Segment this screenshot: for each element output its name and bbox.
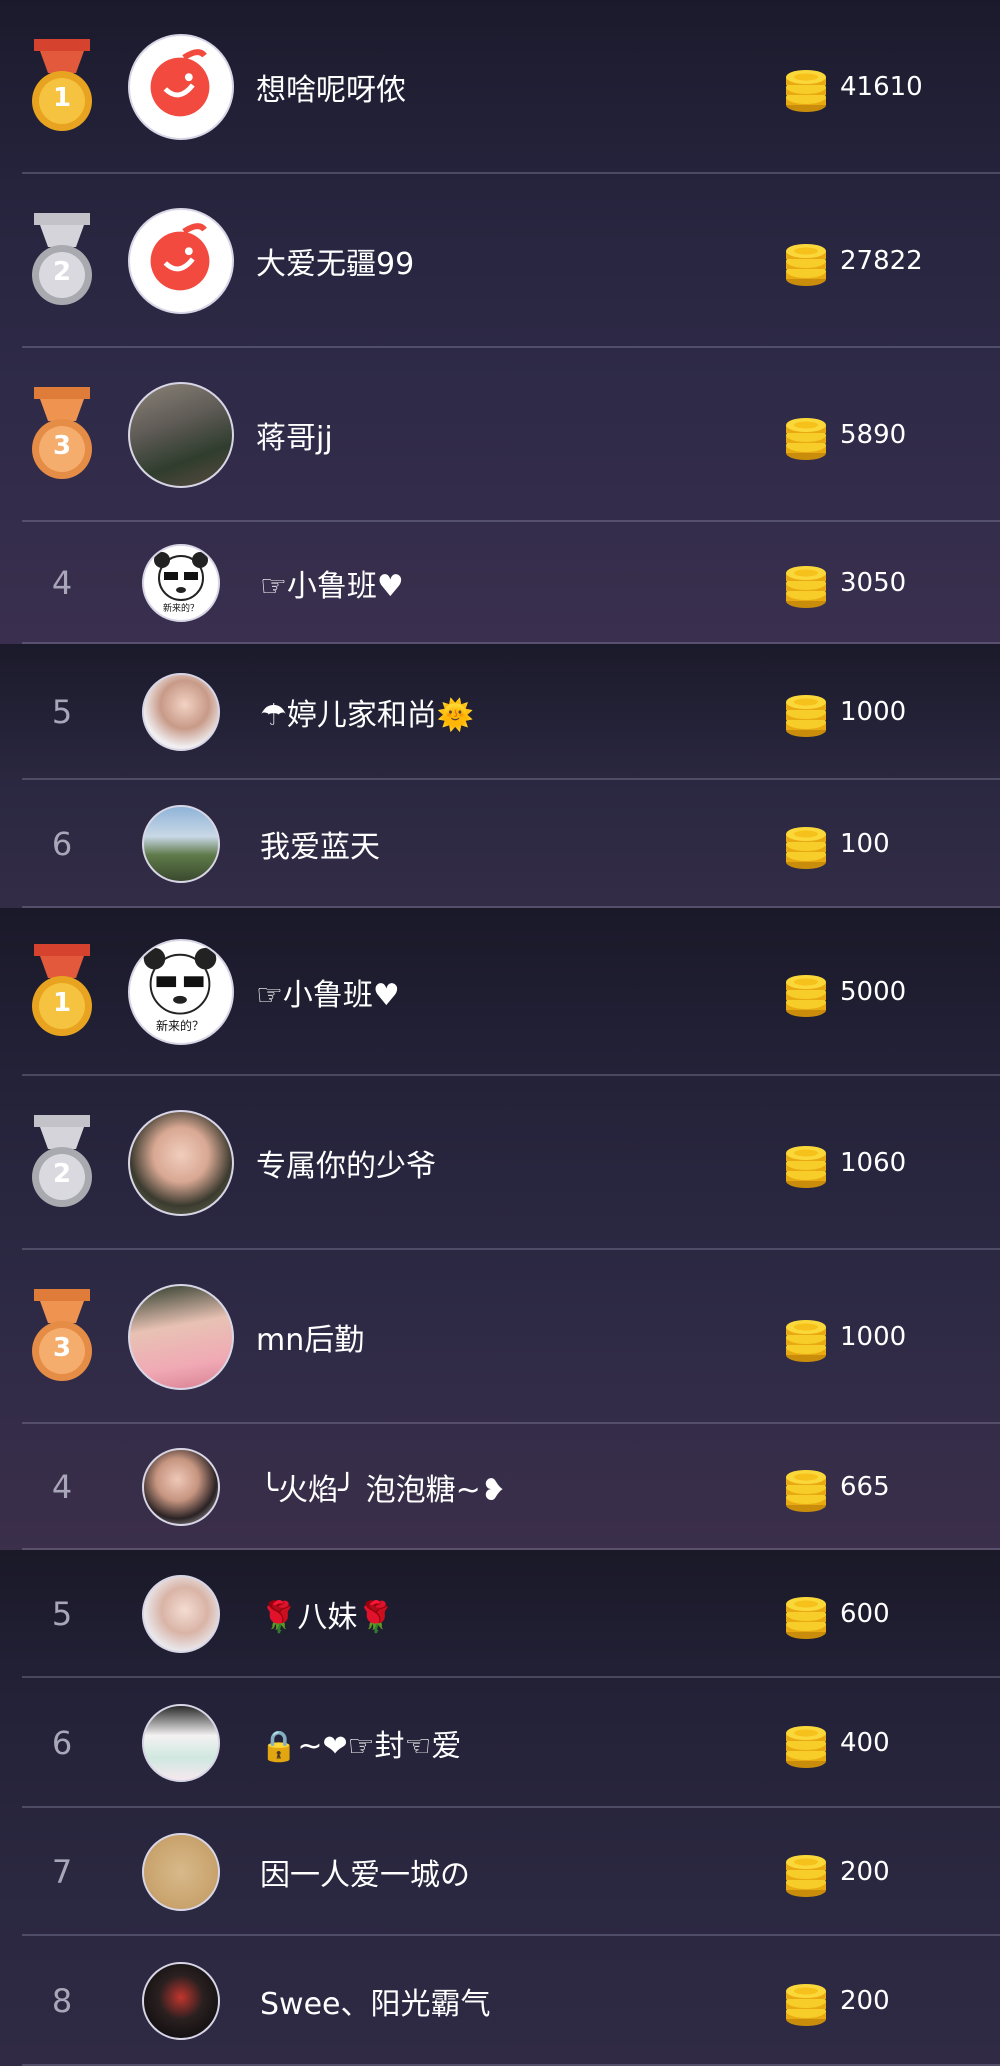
coin-score: 1000 <box>840 697 907 727</box>
coin-score: 1000 <box>840 1322 907 1352</box>
app-logo-icon <box>150 223 210 291</box>
coin-stack-icon <box>782 1459 830 1515</box>
coin-stack-icon <box>782 233 830 289</box>
rank-number: 4 <box>51 564 73 602</box>
coin-stack-icon <box>782 1973 830 2029</box>
user-name: ╰火焰╯ 泡泡糖~❥ <box>260 1473 506 1508</box>
coin-stack-icon <box>782 1715 830 1771</box>
coin-score: 5890 <box>840 420 907 450</box>
user-name: 大爱无疆99 <box>256 247 415 282</box>
app-logo-icon <box>150 49 210 117</box>
user-name: mn后勤 <box>256 1323 365 1358</box>
coin-stack-icon <box>782 1135 830 1191</box>
avatar[interactable] <box>128 382 234 488</box>
avatar[interactable]: 新来的？ <box>142 544 220 622</box>
user-name: 🔒~❤☞封☜爱 <box>260 1729 462 1764</box>
coin-score: 41610 <box>840 72 923 102</box>
coin-stack-icon <box>782 407 830 463</box>
user-name: 蒋哥jj <box>256 421 333 456</box>
coin-stack-icon <box>782 1309 830 1365</box>
coin-score: 1060 <box>840 1148 907 1178</box>
user-name: 因一人爱一城の <box>260 1858 470 1893</box>
silver-medal-icon: 2 <box>26 1115 98 1211</box>
leaderboard-row[interactable]: 3 蒋哥jj 5890 <box>0 348 1000 522</box>
rank-number: 7 <box>51 1853 73 1891</box>
coin-stack-icon <box>782 964 830 1020</box>
leaderboard-row[interactable]: 3 mn后勤 1000 <box>0 1250 1000 1424</box>
coin-stack-icon <box>782 555 830 611</box>
user-name: 想啥呢呀侬 <box>256 73 406 108</box>
leaderboard-row[interactable]: 7 因一人爱一城の 200 <box>0 1808 1000 1936</box>
coin-score: 100 <box>840 829 890 859</box>
rank-number: 8 <box>51 1982 73 2020</box>
coin-score: 200 <box>840 1857 890 1887</box>
avatar[interactable] <box>142 1448 220 1526</box>
leaderboard-2-bottom: 5 🌹八妹🌹 600 6 🔒~❤☞封☜爱 400 7 因一人爱一城の 200 8… <box>0 1550 1000 2066</box>
coin-stack-icon <box>782 816 830 872</box>
avatar[interactable] <box>128 208 234 314</box>
leaderboard-row[interactable]: 6 🔒~❤☞封☜爱 400 <box>0 1678 1000 1808</box>
avatar[interactable] <box>128 1284 234 1390</box>
user-name: 🌹八妹🌹 <box>260 1600 395 1635</box>
avatar[interactable] <box>142 673 220 751</box>
rank-number: 5 <box>51 693 73 731</box>
leaderboard-row[interactable]: 5 ☂婷儿家和尚🌞 1000 <box>0 644 1000 780</box>
coin-score: 27822 <box>840 246 923 276</box>
coin-score: 600 <box>840 1599 890 1629</box>
coin-score: 665 <box>840 1472 890 1502</box>
leaderboard-row[interactable]: 6 我爱蓝天 100 <box>0 780 1000 908</box>
coin-stack-icon <box>782 1844 830 1900</box>
leaderboard-1-top: 1 想啥呢呀侬 41610 2 大爱无疆99 27822 3 蒋哥jj 5890… <box>0 0 1000 644</box>
coin-stack-icon <box>782 59 830 115</box>
user-name: 我爱蓝天 <box>260 830 380 865</box>
avatar[interactable]: 新来的？ <box>128 939 234 1045</box>
bronze-medal-icon: 3 <box>26 1289 98 1385</box>
gold-medal-icon: 1 <box>26 39 98 135</box>
leaderboard-row[interactable]: 4 ╰火焰╯ 泡泡糖~❥ 665 <box>0 1424 1000 1550</box>
leaderboard-row[interactable]: 1 想啥呢呀侬 41610 <box>0 0 1000 174</box>
coin-score: 5000 <box>840 977 907 1007</box>
coin-stack-icon <box>782 1586 830 1642</box>
coin-score: 3050 <box>840 568 907 598</box>
avatar[interactable] <box>128 1110 234 1216</box>
coin-score: 200 <box>840 1986 890 2016</box>
leaderboard-row[interactable]: 4 新来的？ ☞小鲁班♥ 3050 <box>0 522 1000 644</box>
bronze-medal-icon: 3 <box>26 387 98 483</box>
gold-medal-icon: 1 <box>26 944 98 1040</box>
leaderboard-row[interactable]: 2 大爱无疆99 27822 <box>0 174 1000 348</box>
rank-number: 6 <box>51 825 73 863</box>
avatar[interactable] <box>128 34 234 140</box>
rank-number: 4 <box>51 1468 73 1506</box>
coin-stack-icon <box>782 684 830 740</box>
silver-medal-icon: 2 <box>26 213 98 309</box>
user-name: ☞小鲁班♥ <box>256 978 400 1013</box>
leaderboard-row[interactable]: 2 专属你的少爷 1060 <box>0 1076 1000 1250</box>
avatar[interactable] <box>142 1962 220 2040</box>
user-name: ☂婷儿家和尚🌞 <box>260 698 475 733</box>
coin-score: 400 <box>840 1728 890 1758</box>
user-name: 专属你的少爷 <box>256 1149 436 1184</box>
user-name: ☞小鲁班♥ <box>260 569 404 604</box>
leaderboard-row[interactable]: 8 Swee、阳光霸气 200 <box>0 1936 1000 2066</box>
avatar[interactable] <box>142 805 220 883</box>
leaderboard-2-top: 1 新来的？ ☞小鲁班♥ 5000 2 专属你的少爷 1060 3 mn后勤 1… <box>0 908 1000 1550</box>
avatar[interactable] <box>142 1704 220 1782</box>
user-name: Swee、阳光霸气 <box>260 1987 491 2022</box>
leaderboard-1-bottom: 5 ☂婷儿家和尚🌞 1000 6 我爱蓝天 100 <box>0 644 1000 908</box>
avatar[interactable] <box>142 1833 220 1911</box>
leaderboard-row[interactable]: 5 🌹八妹🌹 600 <box>0 1550 1000 1678</box>
rank-number: 6 <box>51 1724 73 1762</box>
avatar[interactable] <box>142 1575 220 1653</box>
rank-number: 5 <box>51 1595 73 1633</box>
leaderboard-row[interactable]: 1 新来的？ ☞小鲁班♥ 5000 <box>0 908 1000 1076</box>
